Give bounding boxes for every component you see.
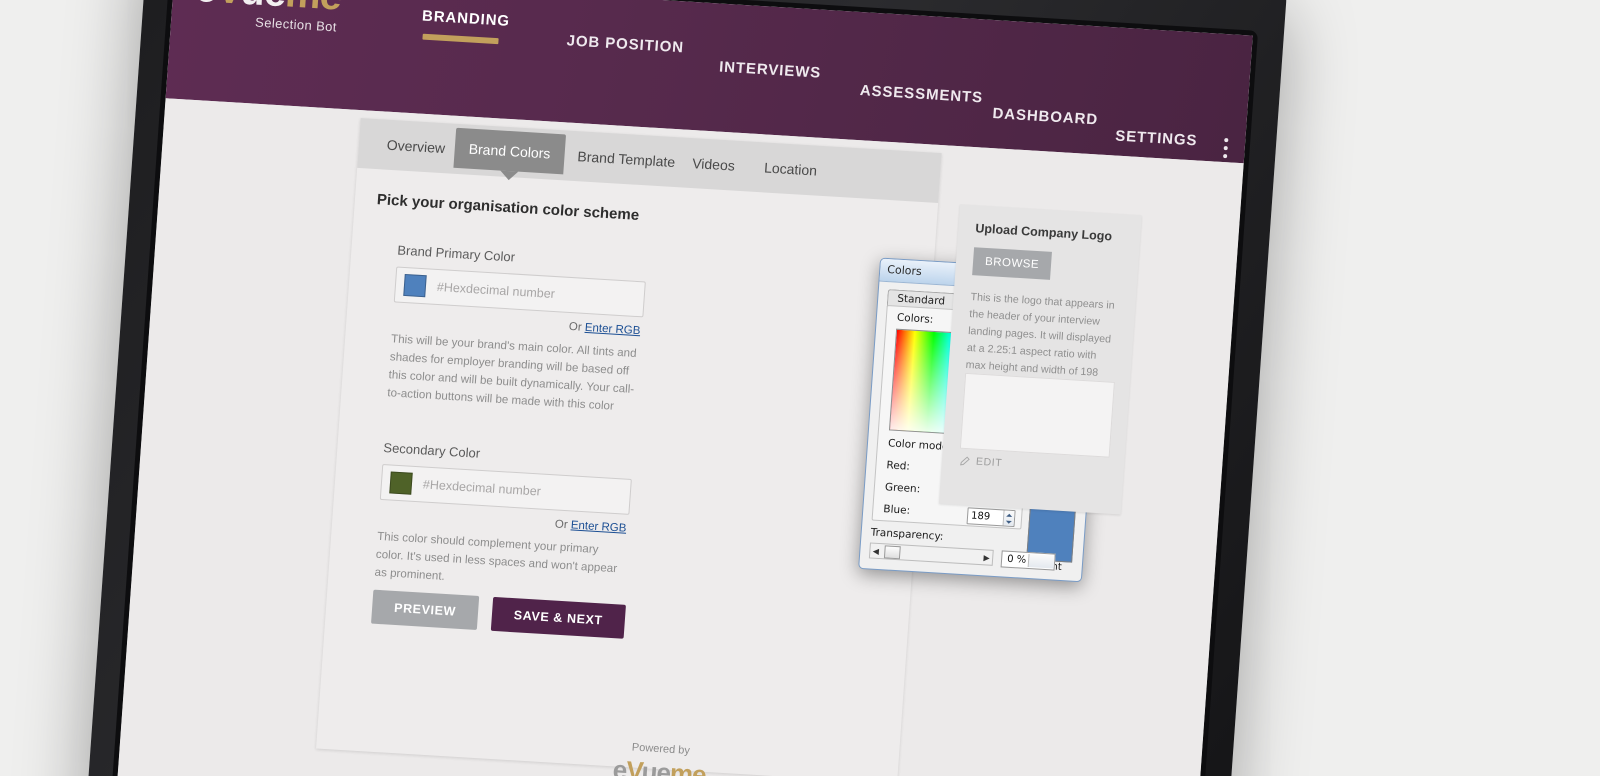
transparency-value: 0 %	[1006, 553, 1027, 566]
nav-item-interviews[interactable]: INTERVIEWS	[719, 59, 822, 82]
tab-location[interactable]: Location	[749, 152, 832, 187]
upload-logo-title: Upload Company Logo	[974, 221, 1113, 244]
tab-brand-template[interactable]: Brand Template	[563, 140, 691, 177]
logo-preview-box	[959, 372, 1115, 458]
logo-part-ue: ue	[239, 0, 287, 15]
transparency-value-field[interactable]: 0 %	[1000, 550, 1056, 571]
nav-active-underline	[422, 33, 499, 45]
blue-label: Blue:	[882, 503, 911, 517]
blue-spinner-arrows[interactable]	[1002, 510, 1015, 527]
tab-overview[interactable]: Overview	[372, 129, 460, 164]
footer-logo-me: me	[668, 757, 707, 776]
browse-button[interactable]: BROWSE	[972, 247, 1052, 280]
secondary-color-swatch[interactable]	[389, 471, 413, 495]
save-and-next-button[interactable]: SAVE & NEXT	[490, 596, 626, 639]
primary-color-swatch[interactable]	[403, 273, 427, 298]
secondary-enter-rgb-link[interactable]: Enter RGB	[570, 519, 626, 534]
primary-color-input[interactable]: #Hexdecimal number	[393, 266, 646, 318]
primary-enter-rgb-link[interactable]: Enter RGB	[584, 322, 640, 337]
screenshot-stage: eVueme Selection Bot BRANDING JOB POSITI…	[0, 0, 1600, 776]
branding-card: Overview Brand Colors Brand Template Vid…	[316, 118, 1104, 776]
red-label: Red:	[886, 459, 911, 473]
tab-brand-colors[interactable]: Brand Colors	[453, 127, 566, 175]
nav-item-dashboard[interactable]: DASHBOARD	[992, 105, 1099, 128]
primary-color-group: Brand Primary Color #Hexdecimal number O…	[392, 243, 647, 338]
screen: eVueme Selection Bot BRANDING JOB POSITI…	[116, 0, 1253, 776]
action-buttons: PREVIEW SAVE & NEXT	[371, 589, 626, 639]
secondary-color-placeholder: #Hexdecimal number	[422, 477, 542, 499]
app-logo[interactable]: eVueme Selection Bot	[193, 0, 427, 40]
green-label: Green:	[884, 481, 921, 496]
nav-item-branding[interactable]: BRANDING	[421, 8, 510, 30]
page-title: Pick your organisation color scheme	[376, 191, 640, 224]
tab-videos[interactable]: Videos	[677, 147, 750, 181]
secondary-color-help: This color should complement your primar…	[374, 529, 618, 583]
nav-item-job-position[interactable]: JOB POSITION	[566, 32, 684, 56]
transparency-slider[interactable]: ◀ ▶	[868, 542, 994, 566]
nav-item-settings[interactable]: SETTINGS	[1115, 128, 1198, 150]
colors-label: Colors:	[896, 311, 934, 326]
blue-input[interactable]	[967, 508, 1004, 526]
dialog-title: Colors	[886, 263, 923, 279]
monitor-bezel: eVueme Selection Bot BRANDING JOB POSITI…	[111, 0, 1259, 776]
upload-logo-panel: Upload Company Logo BROWSE This is the l…	[938, 204, 1142, 515]
edit-logo-label: EDIT	[975, 455, 1003, 470]
transparency-slider-thumb[interactable]	[883, 545, 901, 560]
page-body: Overview Brand Colors Brand Template Vid…	[116, 98, 1244, 776]
monitor-device: eVueme Selection Bot BRANDING JOB POSITI…	[85, 0, 1288, 776]
edit-logo-button[interactable]: EDIT	[959, 455, 1003, 470]
slider-left-arrow-icon[interactable]: ◀	[870, 546, 882, 556]
preview-button[interactable]: PREVIEW	[371, 589, 480, 630]
blue-stepper[interactable]	[966, 507, 1016, 528]
primary-or-text: Or	[568, 320, 586, 334]
secondary-or-text: Or	[554, 518, 572, 532]
primary-color-help: This will be your brand's main color. Al…	[386, 332, 638, 413]
footer-logo-ue: ue	[640, 756, 672, 776]
secondary-color-group: Secondary Color #Hexdecimal number Or En…	[378, 440, 633, 535]
transparency-label: Transparency:	[870, 526, 944, 543]
slider-right-arrow-icon[interactable]: ▶	[981, 553, 993, 563]
secondary-color-input[interactable]: #Hexdecimal number	[379, 463, 632, 515]
primary-color-placeholder: #Hexdecimal number	[436, 279, 556, 302]
nav-item-assessments[interactable]: ASSESSMENTS	[859, 82, 983, 106]
transparency-spinner-arrows[interactable]	[1027, 553, 1055, 569]
pencil-icon	[960, 455, 970, 465]
